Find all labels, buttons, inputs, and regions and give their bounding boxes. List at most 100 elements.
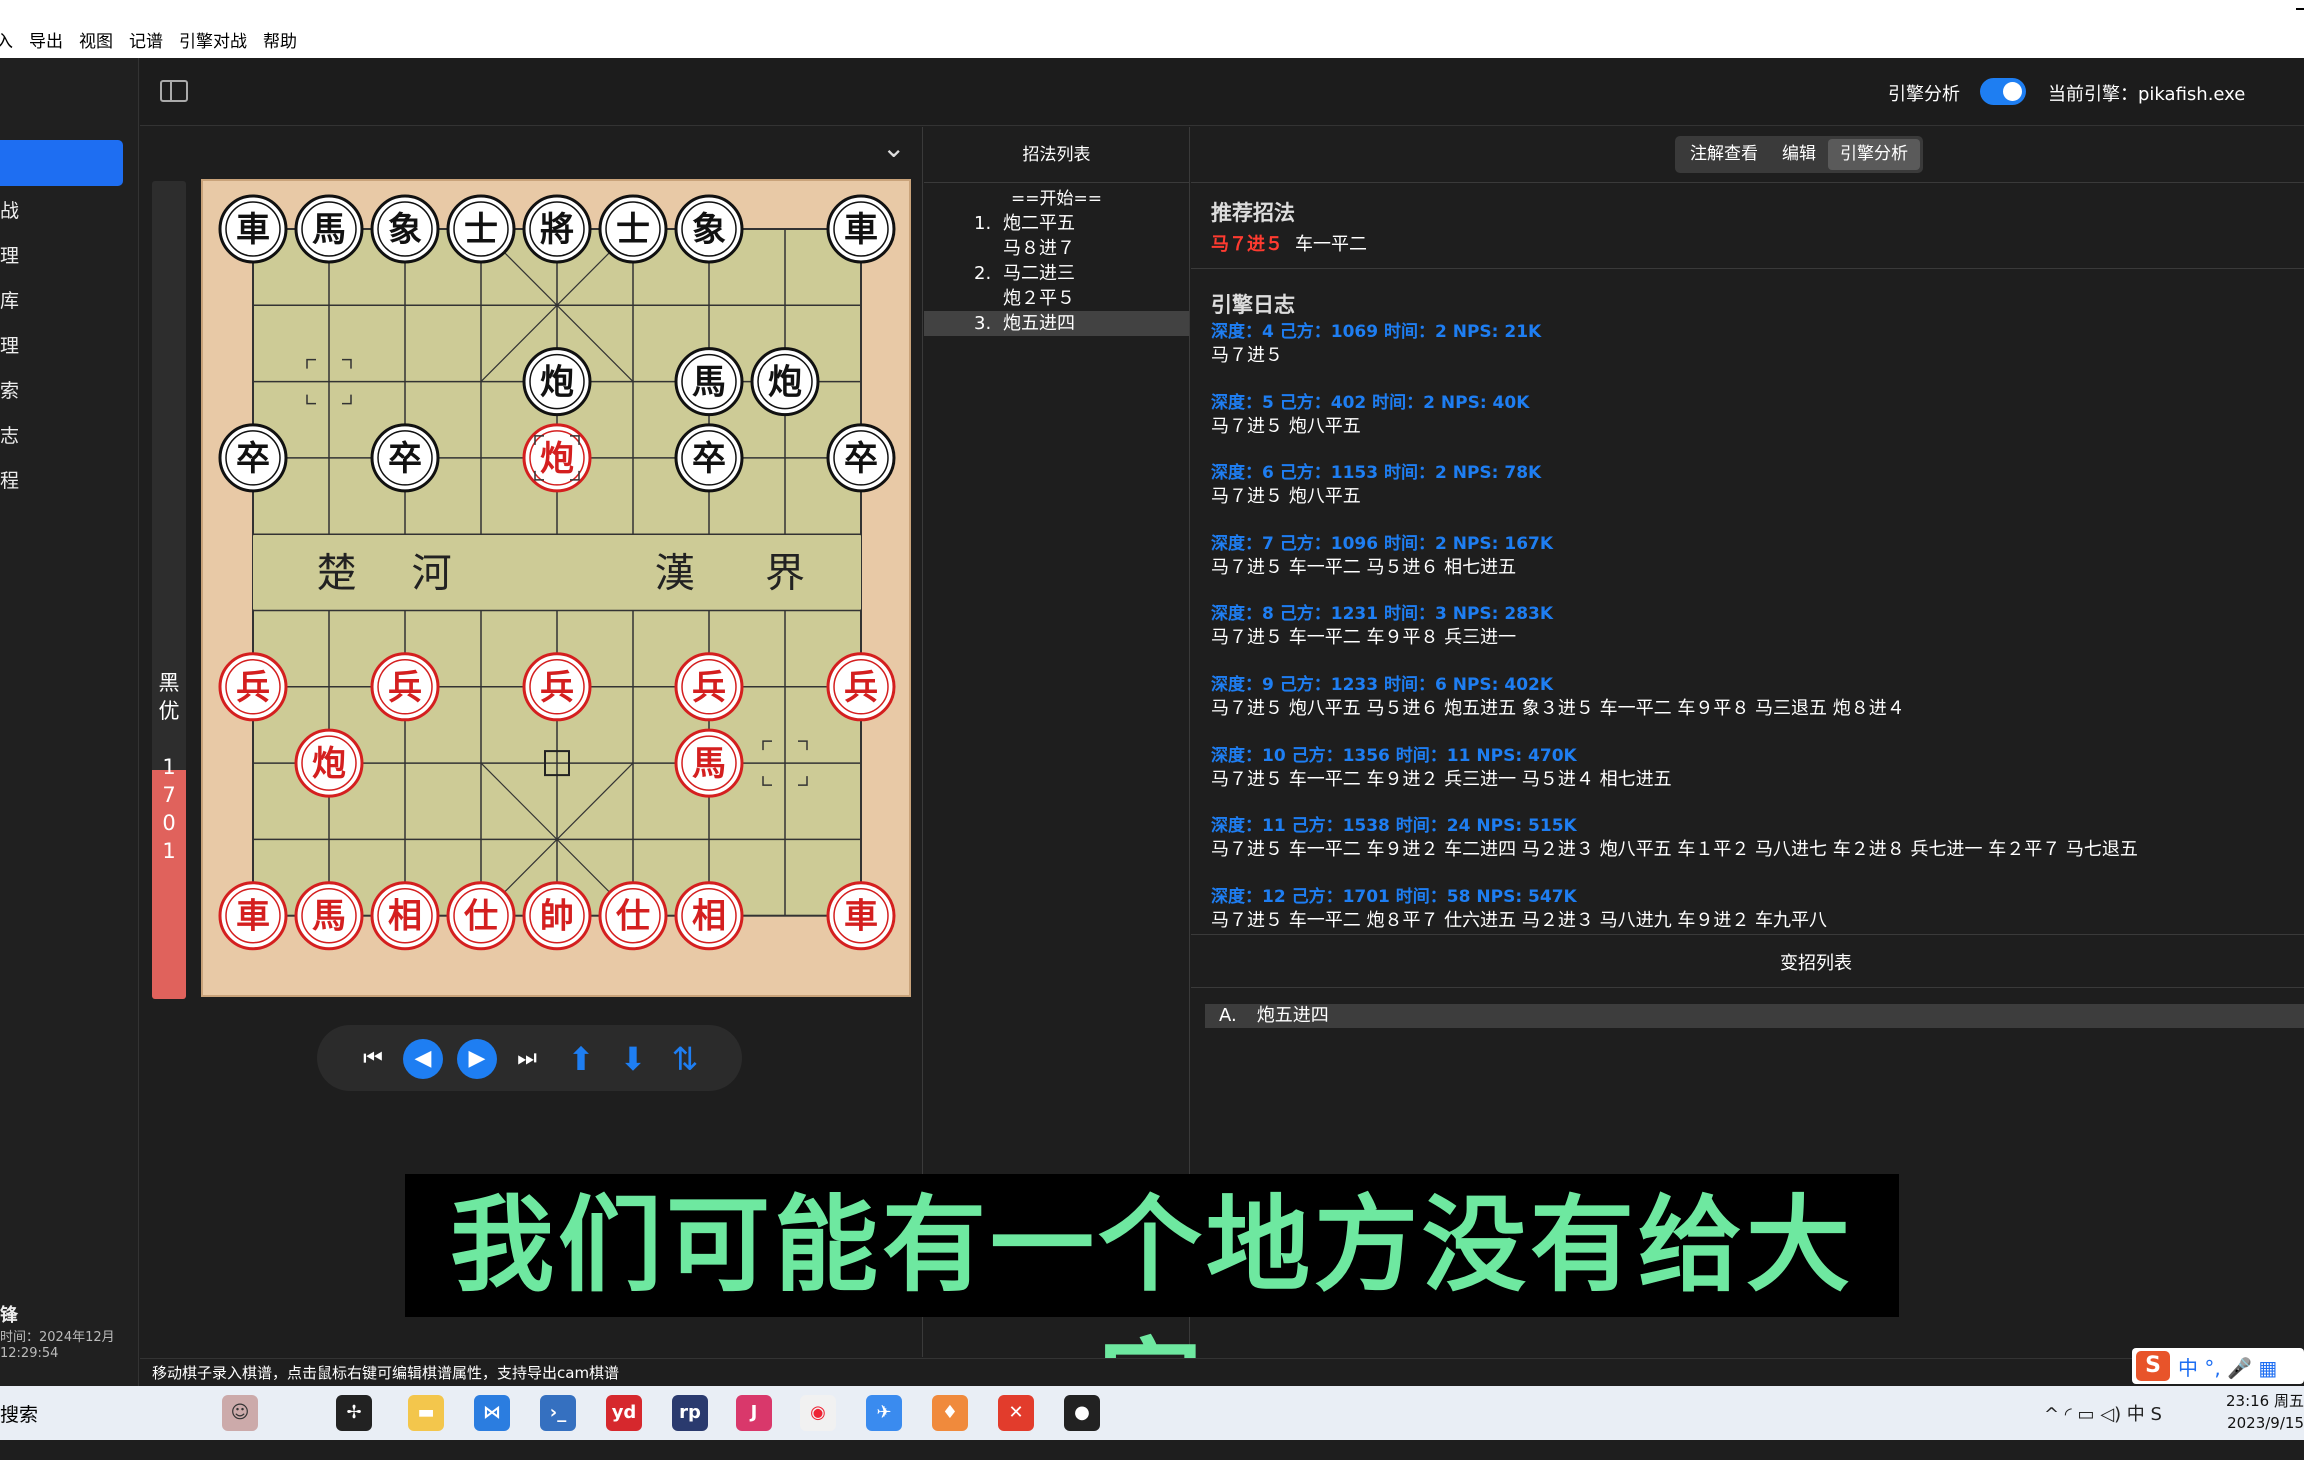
move-row[interactable]: 2. 马二进三 (924, 261, 1189, 286)
log-entry-pv: 马７进５ (1211, 345, 1283, 366)
piece-label: 相 (692, 897, 726, 937)
chess-piece[interactable]: 車 (218, 194, 288, 264)
menu-engine-battle[interactable]: 引擎对战 (179, 27, 247, 52)
vscode-icon[interactable]: ⋈ (474, 1395, 510, 1431)
piece-label: 炮 (540, 439, 574, 479)
chess-piece[interactable]: 卒 (826, 423, 896, 493)
engine-log[interactable]: 深度：4 己方：1069 时间：2 NPS: 21K 马７进５ 深度：5 己方：40… (1211, 320, 2291, 928)
flip-board-icon[interactable]: ⇅ (665, 1039, 705, 1079)
sidebar-toggle-icon[interactable] (160, 80, 188, 102)
sidebar-item-active[interactable] (0, 140, 123, 186)
move-row[interactable]: 炮２平５ (924, 286, 1189, 311)
feishu-icon[interactable]: ✈ (866, 1395, 902, 1431)
move-list-start[interactable]: ==开始== (924, 187, 1189, 211)
sogou-ime-icon[interactable]: S (2136, 1351, 2170, 1381)
chess-piece[interactable]: 卒 (370, 423, 440, 493)
board-grid[interactable]: 楚河漢界車馬象士將士象車炮馬炮卒卒炮卒卒兵兵兵兵兵炮 馬車馬相仕帥仕相車 (203, 181, 909, 995)
ime-toolbar[interactable]: S 中 °, 🎤 ▦ (2132, 1348, 2304, 1384)
chess-piece[interactable]: 相 (370, 881, 440, 951)
tab-edit[interactable]: 编辑 (1770, 139, 1828, 170)
chess-piece[interactable]: 將 (522, 194, 592, 264)
piece-label: 兵 (692, 668, 726, 708)
sidebar-item-search[interactable]: 索 (0, 376, 19, 403)
chess-piece[interactable]: 炮 (522, 347, 592, 417)
river-text: 河 (412, 550, 452, 596)
chess-piece[interactable]: 馬 (674, 347, 744, 417)
xiangqi-board[interactable]: 楚河漢界車馬象士將士象車炮馬炮卒卒炮卒卒兵兵兵兵兵炮馬車馬相仕帥仕相車 (201, 179, 911, 997)
chess-piece[interactable]: 仕 (598, 881, 668, 951)
move-row-selected[interactable]: 3. 炮五进四 (924, 311, 1189, 336)
chess-piece[interactable]: 馬 (294, 881, 364, 951)
system-clock[interactable]: 23:16 周五 2023/9/15 (2218, 1390, 2304, 1434)
chess-piece[interactable]: 象 (674, 194, 744, 264)
chess-piece[interactable]: 士 (446, 194, 516, 264)
taskbar-search[interactable]: 搜索 (0, 1400, 38, 1427)
sidebar-item-manage[interactable]: 理 (0, 241, 19, 268)
arrow-up-icon[interactable]: ⬆ (561, 1039, 601, 1079)
file-explorer-icon[interactable]: ▬ (408, 1395, 444, 1431)
piece-label: 士 (464, 210, 498, 250)
window-minimize-icon[interactable] (2296, 8, 2304, 10)
chess-piece[interactable]: 仕 (446, 881, 516, 951)
chess-piece[interactable]: 士 (598, 194, 668, 264)
piece-label: 象 (388, 210, 422, 250)
move-row[interactable]: 1. 炮二平五 (924, 211, 1189, 236)
chess-piece[interactable]: 帥 (522, 881, 592, 951)
move-row[interactable]: 马８进７ (924, 236, 1189, 261)
sidebar-item-course[interactable]: 程 (0, 466, 19, 493)
chess-piece[interactable]: 炮 (750, 347, 820, 417)
chrome-icon[interactable]: ◉ (800, 1395, 836, 1431)
chess-piece[interactable]: 炮 (522, 423, 592, 493)
rp-app-icon[interactable]: rp (672, 1395, 708, 1431)
chess-piece[interactable]: 車 (826, 881, 896, 951)
xmind-icon[interactable]: ✕ (998, 1395, 1034, 1431)
variation-row[interactable]: A. 炮五进四 (1205, 1004, 2304, 1028)
tab-annotation[interactable]: 注解查看 (1678, 139, 1770, 170)
chess-piece[interactable]: 卒 (674, 423, 744, 493)
chevron-down-icon[interactable]: ⌄ (882, 131, 905, 164)
tab-engine-analysis[interactable]: 引擎分析 (1828, 139, 1920, 170)
sidebar-item-library[interactable]: 库 (0, 286, 19, 313)
last-move-icon[interactable]: ⏭ (507, 1039, 547, 1079)
chess-piece[interactable]: 相 (674, 881, 744, 951)
chess-app-icon[interactable]: ● (1064, 1395, 1100, 1431)
chess-piece[interactable]: 車 (826, 194, 896, 264)
chess-piece[interactable]: 兵 (674, 652, 744, 722)
sidebar-item-log[interactable]: 志 (0, 421, 19, 448)
chess-piece[interactable]: 車 (218, 881, 288, 951)
ime-status[interactable]: 中 °, 🎤 ▦ (2178, 1352, 2277, 1381)
recommended-best-move: 马７进５ (1211, 234, 1283, 255)
chess-piece[interactable]: 兵 (826, 652, 896, 722)
chess-piece[interactable]: 炮 (294, 728, 364, 798)
pinwheel-app-icon[interactable]: ✢ (336, 1395, 372, 1431)
chess-piece[interactable]: 卒 (218, 423, 288, 493)
piece-label: 兵 (388, 668, 422, 708)
chat-app-icon[interactable]: ♦ (932, 1395, 968, 1431)
sidebar-item-process[interactable]: 理 (0, 331, 19, 358)
menu-import[interactable]: 入 (0, 27, 13, 52)
log-entry: 深度：6 己方：1153 时间：2 NPS: 78K 马７进５ 炮八平五 (1211, 461, 2291, 532)
chess-piece[interactable]: 馬 (294, 194, 364, 264)
chess-piece[interactable]: 兵 (218, 652, 288, 722)
engine-analysis-toggle[interactable] (1980, 78, 2026, 105)
piece-label: 車 (236, 897, 270, 937)
first-move-icon[interactable]: ⏮ (353, 1039, 393, 1079)
chess-piece[interactable]: 象 (370, 194, 440, 264)
piece-label: 兵 (540, 668, 574, 708)
menu-record[interactable]: 记谱 (129, 27, 163, 52)
next-move-button[interactable]: ▶ (457, 1039, 497, 1079)
sidebar-item-battle[interactable]: 战 (0, 196, 19, 223)
menu-export[interactable]: 导出 (29, 27, 63, 52)
chess-piece[interactable]: 馬 (674, 728, 744, 798)
chess-piece[interactable]: 兵 (370, 652, 440, 722)
chess-piece[interactable]: 兵 (522, 652, 592, 722)
arrow-down-icon[interactable]: ⬇ (613, 1039, 653, 1079)
jetbrains-icon[interactable]: J (736, 1395, 772, 1431)
menu-view[interactable]: 视图 (79, 27, 113, 52)
powershell-icon[interactable]: ›_ (540, 1395, 576, 1431)
prev-move-button[interactable]: ◀ (403, 1039, 443, 1079)
system-tray[interactable]: ^ ◜ ▭ ◁) 中 S (2044, 1400, 2162, 1426)
search-highlight-icon[interactable]: ☺ (222, 1395, 258, 1431)
menu-help[interactable]: 帮助 (263, 27, 297, 52)
youdao-icon[interactable]: yd (606, 1395, 642, 1431)
